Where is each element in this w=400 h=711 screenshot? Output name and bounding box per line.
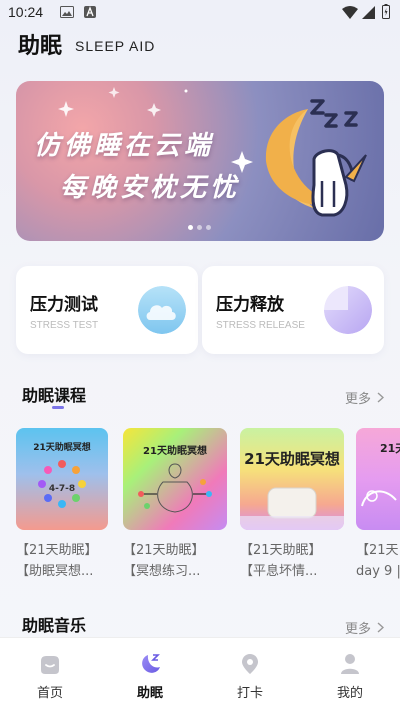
bottom-navigation: 首页 助眠 打卡 我的	[0, 637, 400, 711]
signal-icon	[362, 6, 375, 19]
sleeping-figure	[361, 490, 397, 507]
course-label-line2: 【冥想练习...	[123, 564, 201, 579]
nav-item-home[interactable]: 首页	[0, 638, 100, 711]
meditation-figure	[138, 463, 212, 513]
course-label-line1: 【21天助眠】	[240, 543, 322, 558]
stress-release-title: 压力释放	[216, 295, 284, 315]
stress-release-card[interactable]: 压力释放 STRESS RELEASE	[202, 266, 384, 354]
moon-sleep-icon	[142, 654, 160, 673]
stress-test-card[interactable]: 压力测试 STRESS TEST	[16, 266, 198, 354]
course-cover-text: 4-7-8	[48, 484, 76, 494]
course-card[interactable]: 21天助眠冥想 【21天助眠】 【平息坏情...	[240, 428, 344, 584]
course-label-line1: 【21天	[356, 543, 399, 558]
status-bar: 10:24	[0, 0, 400, 26]
course-label-line1: 【21天助眠】	[16, 543, 98, 558]
gallery-icon	[60, 6, 74, 18]
battery-icon	[382, 4, 390, 19]
home-icon	[41, 656, 59, 674]
cloud-icon	[138, 286, 186, 334]
course-label-line2: 【平息坏情...	[240, 564, 318, 579]
course-card[interactable]: 21天助眠冥想 【21天助眠】 【冥想练习...	[123, 428, 227, 584]
course-cover: 21天助眠冥想 4-7-8	[16, 428, 108, 530]
course-card[interactable]: 21天助眠冥想 4-7-8 【21天助眠】 【助眠冥想...	[16, 428, 108, 584]
pie-progress-icon	[324, 286, 372, 334]
courses-more-link[interactable]: 更多	[345, 388, 384, 407]
nav-item-profile[interactable]: 我的	[300, 638, 400, 711]
nav-label: 助眠	[136, 686, 163, 701]
page-title: 助眠	[18, 34, 63, 59]
banner-dot	[206, 225, 211, 230]
music-section-title: 助眠音乐	[22, 616, 87, 635]
stress-test-subtitle: STRESS TEST	[30, 320, 99, 331]
course-label-line1: 【21天助眠】	[123, 543, 205, 558]
courses-more-label: 更多	[344, 392, 371, 407]
chevron-right-icon	[377, 622, 384, 633]
stress-test-title: 压力测试	[30, 295, 98, 315]
course-label-line2: 【助眠冥想...	[16, 564, 94, 579]
banner-dot	[197, 225, 202, 230]
course-card[interactable]: 21天 【21天 day 9 |	[356, 428, 400, 584]
nav-item-checkin[interactable]: 打卡	[200, 638, 300, 711]
course-cover-title: 21天助眠冥想	[244, 450, 340, 468]
courses-section-title: 助眠课程	[22, 386, 87, 405]
wifi-icon	[342, 6, 358, 19]
music-more-link[interactable]: 更多	[345, 618, 384, 637]
course-cover-title: 21天	[380, 442, 400, 455]
chevron-right-icon	[377, 392, 384, 403]
banner-headline: 仿佛睡在云端	[34, 131, 215, 161]
person-icon	[341, 654, 359, 674]
banner-dot-active	[188, 225, 193, 230]
nav-item-sleep[interactable]: 助眠	[100, 638, 200, 711]
stress-release-subtitle: STRESS RELEASE	[216, 320, 305, 331]
promo-banner[interactable]: 仿佛睡在云端 每晚安枕无忧	[16, 81, 384, 241]
section-underline	[52, 406, 64, 409]
course-cover: 21天助眠冥想	[123, 428, 227, 530]
music-more-label: 更多	[344, 622, 371, 637]
status-time: 10:24	[8, 4, 44, 20]
page-subtitle: SLEEP AID	[75, 38, 156, 54]
course-cover: 21天助眠冥想	[240, 428, 344, 530]
banner-pagination	[188, 225, 211, 230]
nav-label: 首页	[36, 686, 63, 701]
nav-label: 我的	[336, 686, 363, 701]
nav-label: 打卡	[236, 686, 263, 701]
course-cover: 21天	[356, 428, 400, 530]
app-notification-icon	[84, 6, 96, 18]
location-pin-icon	[242, 654, 258, 674]
banner-subheadline: 每晚安枕无忧	[60, 173, 241, 203]
course-label-line2: day 9 |	[356, 564, 400, 579]
pillow-illustration	[240, 487, 344, 530]
